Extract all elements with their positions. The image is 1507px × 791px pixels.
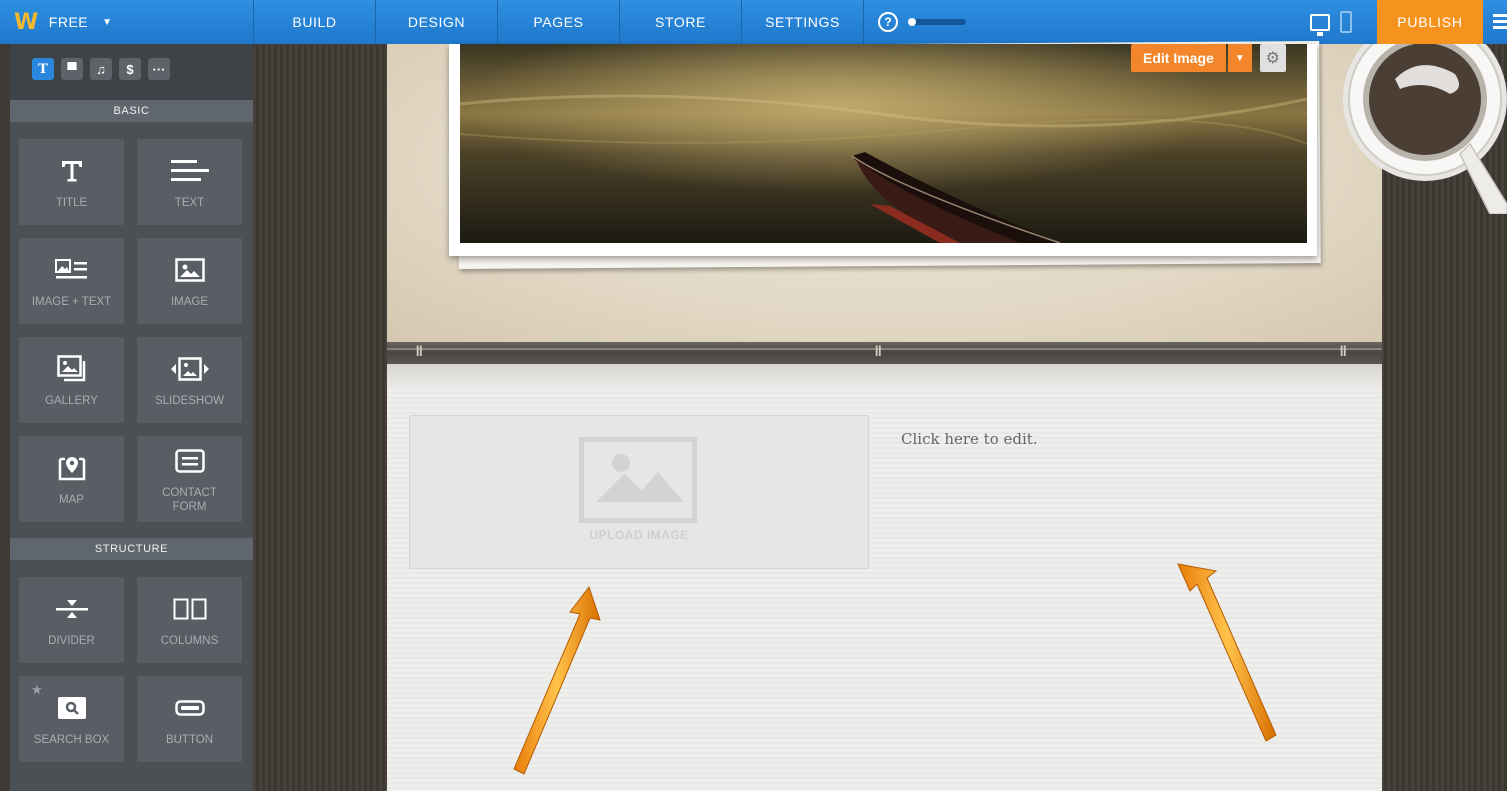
search-icon <box>57 691 86 725</box>
element-contact-form[interactable]: CONTACT FORM <box>137 436 242 522</box>
editable-text-block[interactable]: Click here to edit. <box>901 430 1038 448</box>
element-title[interactable]: TITLE <box>19 139 124 225</box>
help-area: ? <box>864 0 966 44</box>
element-map[interactable]: MAP <box>19 436 124 522</box>
more-icon[interactable]: ··· <box>148 58 170 80</box>
torn-paper-edge <box>387 364 1382 390</box>
text-lines-icon <box>170 154 209 188</box>
help-icon[interactable]: ? <box>878 12 898 32</box>
progress-dot <box>908 18 916 26</box>
element-label: SLIDESHOW <box>154 395 224 407</box>
element-label: GALLERY <box>45 395 98 407</box>
element-label: BUTTON <box>165 734 214 746</box>
section-header-structure: STRUCTURE <box>10 538 253 560</box>
star-icon: ★ <box>31 682 43 697</box>
clip-icon: ǁ <box>874 344 883 360</box>
basic-elements-grid: TITLE TEXT IMAGE + TEXT IMAGE GALLERY SL… <box>10 122 253 538</box>
arrow-annotation-right <box>1177 563 1277 742</box>
element-label: CONTACT FORM <box>162 487 217 513</box>
edit-image-toolbar: Edit Image ▼ ⚙ <box>1131 44 1286 72</box>
element-text[interactable]: TEXT <box>137 139 242 225</box>
element-label: DIVIDER <box>48 635 95 647</box>
tab-store[interactable]: STORE <box>620 0 742 44</box>
chevron-down-icon: ▼ <box>102 16 113 28</box>
edit-image-button[interactable]: Edit Image <box>1131 44 1226 72</box>
element-label: SEARCH BOX <box>33 734 110 746</box>
upload-image-label: UPLOAD IMAGE <box>589 528 689 542</box>
columns-icon <box>173 592 207 626</box>
element-label: IMAGE <box>170 296 209 308</box>
divider-icon <box>55 592 88 626</box>
tab-settings[interactable]: SETTINGS <box>742 0 864 44</box>
desktop-view-icon[interactable] <box>1310 13 1330 36</box>
top-toolbar: W FREE ▼ BUILD DESIGN PAGES STORE SETTIN… <box>0 0 1507 44</box>
image-text-icon <box>54 253 89 287</box>
section-header-basic: BASIC <box>10 100 253 122</box>
element-label: IMAGE + TEXT <box>31 296 112 308</box>
plan-menu[interactable]: W FREE ▼ <box>0 0 254 44</box>
publish-button[interactable]: PUBLISH <box>1377 0 1483 44</box>
binder-strap: ǁ ǁ ǁ <box>387 342 1382 364</box>
element-divider[interactable]: DIVIDER <box>19 577 124 663</box>
contact-form-icon <box>174 444 205 478</box>
main-nav: BUILD DESIGN PAGES STORE SETTINGS <box>254 0 864 44</box>
image-placeholder-icon <box>579 437 697 523</box>
element-label: TEXT <box>174 197 205 209</box>
header-image[interactable] <box>449 44 1317 256</box>
hamburger-menu-icon[interactable] <box>1493 14 1507 32</box>
slideshow-icon <box>170 352 210 386</box>
sidebar-tabs: T ▀ ♫ $ ··· <box>10 44 253 100</box>
element-search-box[interactable]: ★ SEARCH BOX <box>19 676 124 762</box>
editor-canvas: Edit Image ▼ ⚙ ǁ ǁ ǁ UPLOAD IMAGE Click … <box>253 40 1507 791</box>
gear-icon[interactable]: ⚙ <box>1259 44 1286 72</box>
image-icon <box>174 253 205 287</box>
plan-label: FREE <box>48 14 89 30</box>
device-toggle <box>1310 0 1352 44</box>
layout-icon[interactable]: ▀ <box>61 58 83 80</box>
tab-design[interactable]: DESIGN <box>376 0 498 44</box>
map-pin-icon <box>58 451 86 485</box>
element-image-text[interactable]: IMAGE + TEXT <box>19 238 124 324</box>
elements-sidebar: T ▀ ♫ $ ··· BASIC TITLE TEXT IMAGE + TEX… <box>10 44 253 791</box>
text-icon[interactable]: T <box>32 58 54 80</box>
tab-build[interactable]: BUILD <box>254 0 376 44</box>
element-label: COLUMNS <box>160 635 219 647</box>
element-label: MAP <box>59 494 84 506</box>
setup-progress-bar[interactable] <box>908 18 966 26</box>
element-gallery[interactable]: GALLERY <box>19 337 124 423</box>
gallery-icon <box>56 352 87 386</box>
element-image[interactable]: IMAGE <box>137 238 242 324</box>
button-icon <box>174 691 205 725</box>
chevron-down-icon[interactable]: ▼ <box>1227 44 1252 72</box>
upload-image-placeholder[interactable]: UPLOAD IMAGE <box>409 415 869 569</box>
arrow-annotation-left <box>513 585 601 775</box>
element-columns[interactable]: COLUMNS <box>137 577 242 663</box>
lake-photo <box>460 44 1307 243</box>
weebly-logo: W <box>14 9 39 35</box>
structure-elements-grid: DIVIDER COLUMNS ★ SEARCH BOX BUTTON <box>10 560 253 778</box>
element-slideshow[interactable]: SLIDESHOW <box>137 337 242 423</box>
title-icon <box>59 154 85 188</box>
music-icon[interactable]: ♫ <box>90 58 112 80</box>
coffee-cup-image <box>1343 44 1507 214</box>
tab-pages[interactable]: PAGES <box>498 0 620 44</box>
clip-icon: ǁ <box>1339 344 1348 360</box>
dollar-icon[interactable]: $ <box>119 58 141 80</box>
element-label: TITLE <box>55 197 88 209</box>
header-section: Edit Image ▼ ⚙ <box>387 40 1382 342</box>
element-button[interactable]: BUTTON <box>137 676 242 762</box>
mobile-view-icon[interactable] <box>1340 11 1352 33</box>
clip-icon: ǁ <box>415 344 424 360</box>
